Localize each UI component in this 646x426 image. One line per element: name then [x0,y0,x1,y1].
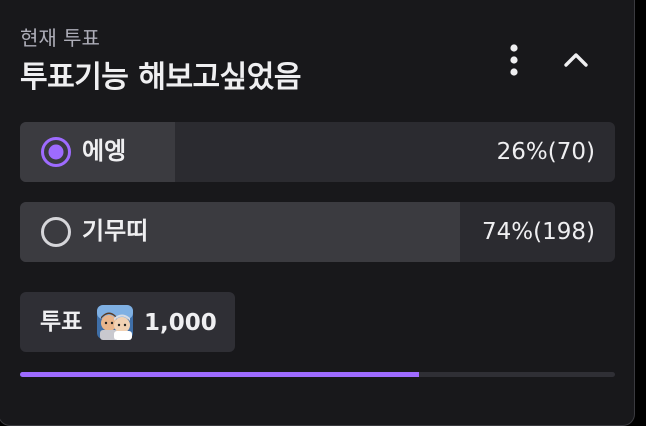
vote-button-label: 투표 [40,309,83,335]
more-options-button[interactable] [494,40,534,80]
more-vertical-icon [510,44,518,76]
poll-timer-progress [20,372,615,377]
poll-title: 투표기능 해보고싶었음 [20,60,301,95]
chevron-up-icon [564,53,588,67]
poll-option-1-label: 에엥 [82,137,127,165]
poll-timer-progress-fill [20,372,419,377]
radio-checked-icon [41,137,71,167]
poll-option-2-result: 74%(198) [482,219,595,245]
radio-unchecked-icon [41,217,71,247]
collapse-button[interactable] [556,40,596,80]
poll-option-2[interactable]: 기무띠 74%(198) [20,202,615,262]
poll-option-1[interactable]: 에엥 26%(70) [20,122,615,182]
channel-points-emote-icon [97,305,133,340]
poll-subtitle: 현재 투표 [20,26,100,50]
poll-option-2-label: 기무띠 [82,217,149,245]
vote-button[interactable]: 투표 1,000 [20,292,235,352]
poll-option-1-result: 26%(70) [496,139,595,165]
vote-cost: 1,000 [144,310,217,336]
